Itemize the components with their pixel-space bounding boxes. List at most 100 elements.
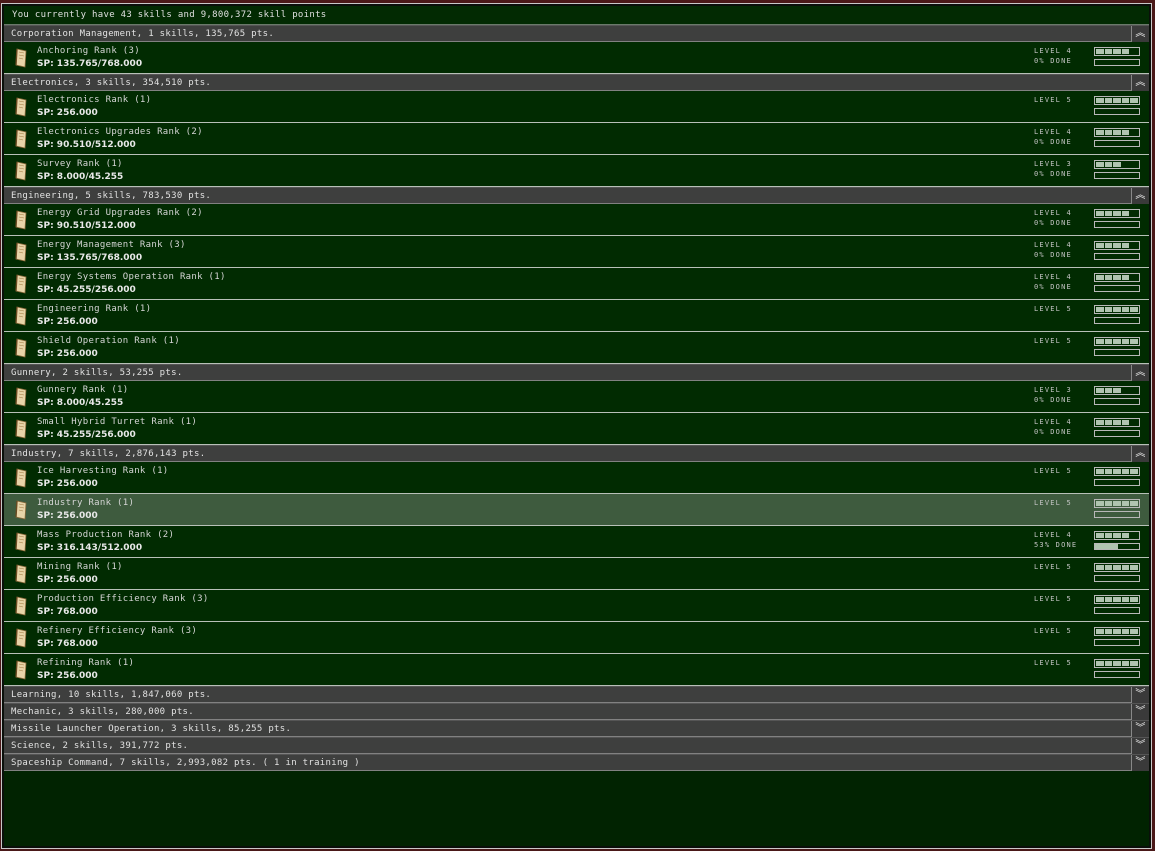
- skill-group-header[interactable]: Learning, 10 skills, 1,847,060 pts. ︾: [4, 686, 1149, 703]
- skill-progress-bar: [1094, 430, 1140, 437]
- skill-progress-bar: [1094, 59, 1140, 66]
- skill-progress-text: 53% DONE: [1034, 541, 1078, 549]
- level-segment: [1096, 275, 1104, 280]
- collapse-chevrons-up-icon[interactable]: ︽: [1131, 446, 1149, 462]
- skill-points: SP: 256.000: [37, 575, 98, 585]
- skill-points: SP: 256.000: [37, 479, 98, 489]
- collapse-chevrons-up-icon[interactable]: ︽: [1131, 365, 1149, 381]
- skill-level-indicator: [1094, 595, 1140, 604]
- skill-row[interactable]: Mass Production Rank (2) SP: 316.143/512.…: [4, 526, 1149, 558]
- collapse-chevrons-up-icon[interactable]: ︽: [1131, 188, 1149, 204]
- skill-points: SP: 90.510/512.000: [37, 221, 136, 231]
- expand-chevrons-down-icon[interactable]: ︾: [1131, 755, 1149, 771]
- skill-name: Production Efficiency Rank (3): [37, 594, 209, 604]
- skill-level-indicator: [1094, 531, 1140, 540]
- skill-row[interactable]: Energy Systems Operation Rank (1) SP: 45.…: [4, 268, 1149, 300]
- skill-row[interactable]: Mining Rank (1) SP: 256.000 LEVEL 5: [4, 558, 1149, 590]
- level-segment: [1113, 307, 1121, 312]
- level-segment: [1113, 501, 1121, 506]
- level-segment: [1104, 307, 1113, 312]
- skill-group-header[interactable]: Engineering, 5 skills, 783,530 pts. ︽: [4, 187, 1149, 204]
- skill-progress-bar: [1094, 639, 1140, 646]
- expand-chevrons-down-icon[interactable]: ︾: [1131, 704, 1149, 720]
- level-segment: [1096, 243, 1104, 248]
- skill-row[interactable]: Shield Operation Rank (1) SP: 256.000 LEVE…: [4, 332, 1149, 364]
- expand-chevrons-down-icon[interactable]: ︾: [1131, 738, 1149, 754]
- skill-group-label: Gunnery, 2 skills, 53,255 pts.: [11, 368, 183, 378]
- level-segment: [1113, 339, 1121, 344]
- level-segment: [1130, 388, 1138, 393]
- expand-chevrons-down-icon[interactable]: ︾: [1131, 721, 1149, 737]
- level-segment: [1121, 533, 1130, 538]
- level-segment: [1121, 211, 1130, 216]
- level-segment: [1096, 211, 1104, 216]
- skill-row[interactable]: Survey Rank (1) SP: 8.000/45.255 LEVEL 3 0%…: [4, 155, 1149, 187]
- level-segment: [1113, 661, 1121, 666]
- level-segment: [1130, 420, 1138, 425]
- skill-level-text: LEVEL 5: [1034, 627, 1072, 635]
- skill-group-header[interactable]: Spaceship Command, 7 skills, 2,993,082 p…: [4, 754, 1149, 771]
- skill-row[interactable]: Anchoring Rank (3) SP: 135.765/768.000 LEV…: [4, 42, 1149, 74]
- skill-level-indicator: [1094, 386, 1140, 395]
- level-segment: [1130, 211, 1138, 216]
- skill-progress-bar: [1094, 108, 1140, 115]
- skill-level-indicator: [1094, 659, 1140, 668]
- skill-level-indicator: [1094, 241, 1140, 250]
- skill-level-text: LEVEL 3: [1034, 386, 1072, 394]
- skill-group-label: Spaceship Command, 7 skills, 2,993,082 p…: [11, 758, 360, 768]
- level-segment: [1096, 661, 1104, 666]
- skill-row[interactable]: Small Hybrid Turret Rank (1) SP: 45.255/2…: [4, 413, 1149, 445]
- skill-row[interactable]: Electronics Rank (1) SP: 256.000 LEVEL 5: [4, 91, 1149, 123]
- level-segment: [1113, 98, 1121, 103]
- skillbook-icon: [14, 242, 28, 262]
- skillbook-icon: [14, 274, 28, 294]
- skill-row[interactable]: Production Efficiency Rank (3) SP: 768.00…: [4, 590, 1149, 622]
- skillbook-icon: [14, 660, 28, 680]
- collapse-chevrons-up-icon[interactable]: ︽: [1131, 26, 1149, 42]
- skill-progress-bar: [1094, 140, 1140, 147]
- skill-group-header[interactable]: Science, 2 skills, 391,772 pts. ︾: [4, 737, 1149, 754]
- skill-level-text: LEVEL 4: [1034, 241, 1072, 249]
- skillbook-icon: [14, 468, 28, 488]
- level-segment: [1113, 162, 1121, 167]
- level-segment: [1130, 162, 1138, 167]
- skill-points: SP: 8.000/45.255: [37, 172, 124, 182]
- expand-chevrons-down-icon[interactable]: ︾: [1131, 687, 1149, 703]
- skill-group-header[interactable]: Corporation Management, 1 skills, 135,76…: [4, 25, 1149, 42]
- skill-level-text: LEVEL 5: [1034, 563, 1072, 571]
- skill-progress-bar: [1094, 479, 1140, 486]
- skill-row[interactable]: Gunnery Rank (1) SP: 8.000/45.255 LEVEL 3 0…: [4, 381, 1149, 413]
- skill-progress-text: 0% DONE: [1034, 170, 1072, 178]
- skill-group-header[interactable]: Gunnery, 2 skills, 53,255 pts. ︽: [4, 364, 1149, 381]
- skill-row[interactable]: Ice Harvesting Rank (1) SP: 256.000 LEVEL …: [4, 462, 1149, 494]
- skill-group-header[interactable]: Industry, 7 skills, 2,876,143 pts. ︽: [4, 445, 1149, 462]
- skill-row[interactable]: Engineering Rank (1) SP: 256.000 LEVEL 5: [4, 300, 1149, 332]
- skill-progress-bar: [1094, 671, 1140, 678]
- skillbook-icon: [14, 97, 28, 117]
- level-segment: [1104, 211, 1113, 216]
- skill-level-text: LEVEL 5: [1034, 96, 1072, 104]
- skill-name: Engineering Rank (1): [37, 304, 152, 314]
- level-segment: [1130, 49, 1138, 54]
- skill-points: SP: 256.000: [37, 349, 98, 359]
- skill-level-text: LEVEL 5: [1034, 659, 1072, 667]
- skill-group-header[interactable]: Electronics, 3 skills, 354,510 pts. ︽: [4, 74, 1149, 91]
- collapse-chevrons-up-icon[interactable]: ︽: [1131, 75, 1149, 91]
- level-segment: [1113, 565, 1121, 570]
- skill-row[interactable]: Refinery Efficiency Rank (3) SP: 768.000 L…: [4, 622, 1149, 654]
- skillbook-icon: [14, 596, 28, 616]
- skill-level-indicator: [1094, 273, 1140, 282]
- skill-progress-bar: [1094, 398, 1140, 405]
- level-segment: [1113, 629, 1121, 634]
- skill-row[interactable]: Energy Management Rank (3) SP: 135.765/76…: [4, 236, 1149, 268]
- skill-row[interactable]: Refining Rank (1) SP: 256.000 LEVEL 5: [4, 654, 1149, 686]
- skill-row[interactable]: Energy Grid Upgrades Rank (2) SP: 90.510/…: [4, 204, 1149, 236]
- skill-row[interactable]: Industry Rank (1) SP: 256.000 LEVEL 5: [4, 494, 1149, 526]
- skill-group-header[interactable]: Mechanic, 3 skills, 280,000 pts. ︾: [4, 703, 1149, 720]
- level-segment: [1096, 469, 1104, 474]
- skill-points: SP: 135.765/768.000: [37, 59, 143, 69]
- skill-group-header[interactable]: Missile Launcher Operation, 3 skills, 85…: [4, 720, 1149, 737]
- skill-progress-bar: [1094, 543, 1140, 550]
- skill-row[interactable]: Electronics Upgrades Rank (2) SP: 90.510/…: [4, 123, 1149, 155]
- skill-progress-text: 0% DONE: [1034, 138, 1072, 146]
